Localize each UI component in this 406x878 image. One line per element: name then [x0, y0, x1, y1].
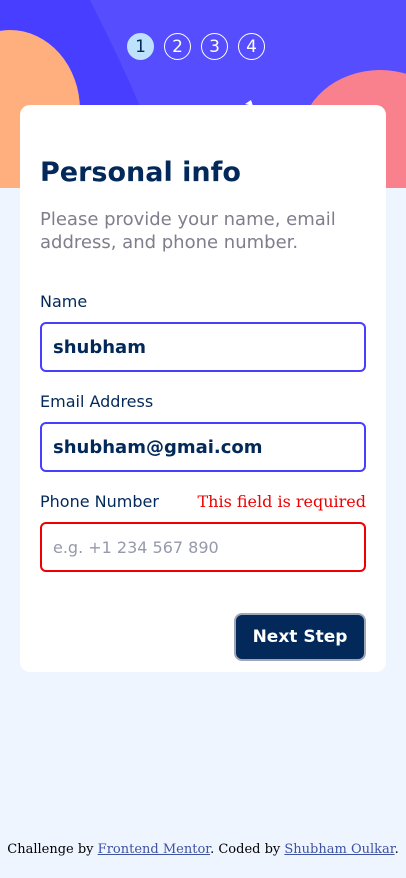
phone-error-message: This field is required	[197, 492, 366, 511]
page-subtitle: Please provide your name, email address,…	[40, 209, 336, 253]
challenge-by-text: Challenge by	[7, 842, 94, 857]
personal-info-card: Personal info Please provide your name, …	[20, 105, 386, 672]
next-step-button[interactable]: Next Step	[234, 613, 366, 661]
step-1[interactable]: 1	[127, 33, 154, 60]
frontend-mentor-link[interactable]: Frontend Mentor	[98, 842, 210, 857]
phone-label: Phone Number	[40, 492, 159, 511]
email-input[interactable]	[40, 422, 366, 472]
step-2[interactable]: 2	[164, 33, 191, 60]
page-title: Personal info	[40, 157, 241, 188]
author-link[interactable]: Shubham Oulkar	[284, 842, 394, 857]
step-3[interactable]: 3	[201, 33, 228, 60]
phone-input[interactable]	[40, 522, 366, 572]
name-label: Name	[40, 292, 88, 311]
step-indicator: 1 2 3 4	[127, 33, 265, 60]
name-input[interactable]	[40, 322, 366, 372]
footer-period: .	[394, 842, 399, 857]
attribution-footer: Challenge by Frontend Mentor. Coded by S…	[0, 842, 406, 857]
step-4[interactable]: 4	[238, 33, 265, 60]
email-label: Email Address	[40, 392, 154, 411]
coded-by-text: . Coded by	[210, 842, 281, 857]
